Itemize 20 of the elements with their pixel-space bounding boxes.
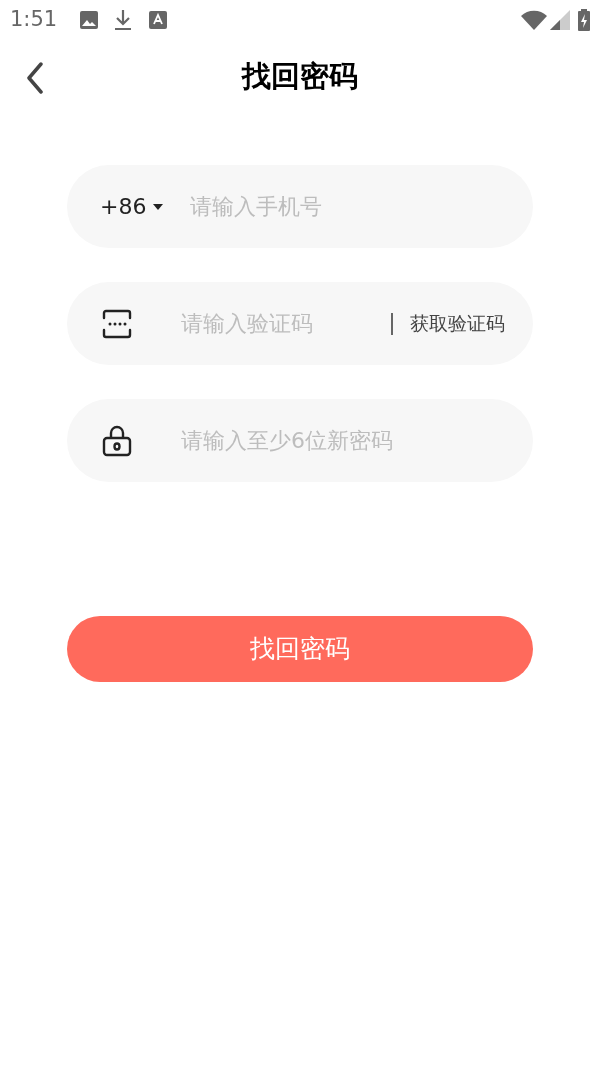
- download-icon: [114, 9, 133, 31]
- code-icon: [102, 308, 132, 339]
- back-icon: [26, 62, 44, 94]
- get-code-button[interactable]: 获取验证码: [410, 309, 505, 338]
- lock-icon: [102, 424, 132, 457]
- password-input[interactable]: 请输入至少6位新密码: [181, 424, 505, 457]
- password-field[interactable]: 请输入至少6位新密码: [67, 399, 533, 482]
- phone-input[interactable]: 请输入手机号: [190, 190, 509, 223]
- signal-icon: [550, 10, 570, 30]
- status-time: 1:51: [10, 6, 58, 34]
- page-title: 找回密码: [242, 58, 358, 96]
- app-icon: [149, 11, 168, 29]
- battery-icon: [578, 9, 590, 31]
- country-code-dropdown[interactable]: +86: [100, 190, 165, 223]
- dropdown-caret-icon: [152, 202, 165, 211]
- wifi-icon: [521, 10, 547, 30]
- code-input[interactable]: 请输入验证码: [181, 307, 391, 340]
- phone-field[interactable]: +86 请输入手机号: [67, 165, 533, 248]
- code-field[interactable]: 请输入验证码 获取验证码: [67, 282, 533, 365]
- image-icon: [79, 10, 100, 30]
